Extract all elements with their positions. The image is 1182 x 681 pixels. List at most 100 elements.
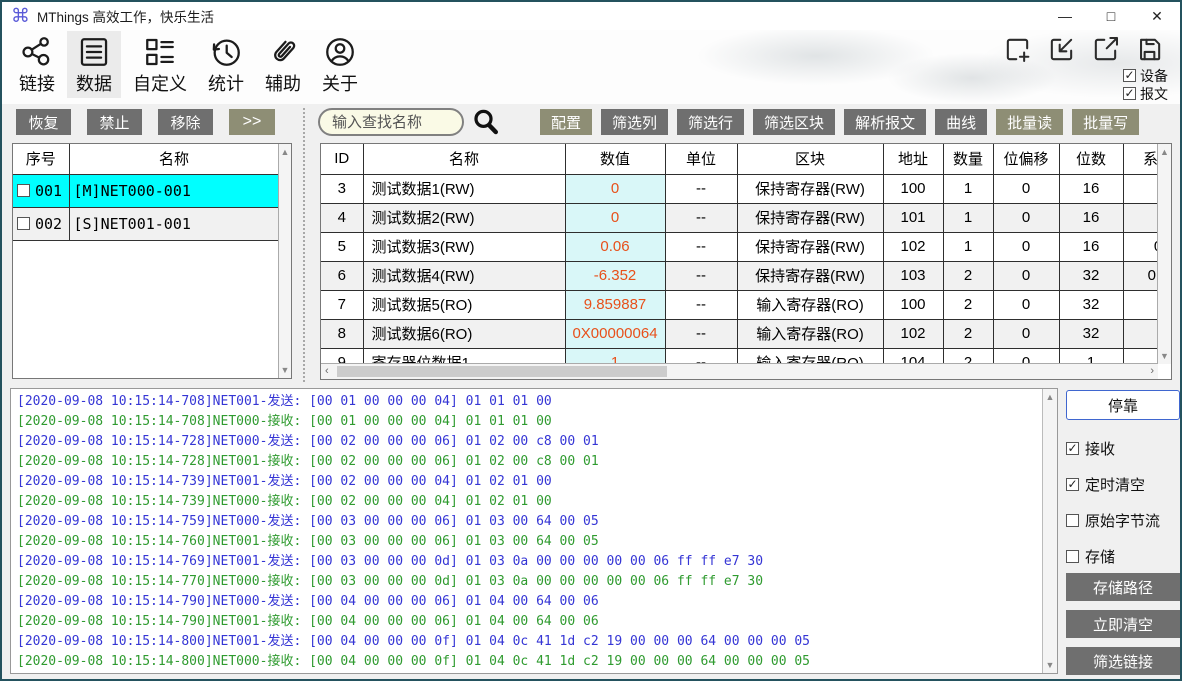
table-row[interactable]: 3测试数据1(RW)0--保持寄存器(RW)1001016 — [321, 174, 1158, 203]
log-box: [2020-09-08 10:15:14-708]NET001-发送: [00 … — [10, 388, 1058, 674]
cell-coef — [1123, 203, 1158, 232]
cell-value: 9.859887 — [565, 290, 665, 319]
filter-columns-button[interactable]: 筛选列 — [601, 109, 668, 135]
log-line: [2020-09-08 10:15:14-759]NET000-发送: [00 … — [17, 512, 1039, 532]
dock-button[interactable]: 停靠 — [1066, 390, 1180, 420]
magnifier-icon — [471, 107, 501, 137]
config-button[interactable]: 配置 — [540, 109, 592, 135]
device-list-scrollbar[interactable]: ▲ ▼ — [278, 144, 291, 378]
table-row[interactable]: 4测试数据2(RW)0--保持寄存器(RW)1011016 — [321, 203, 1158, 232]
table-row[interactable]: 8测试数据6(RO)0X00000064--输入寄存器(RO)1022032 — [321, 319, 1158, 348]
data-table-vscrollbar[interactable]: ▲ ▼ — [1157, 144, 1171, 364]
cell-addr: 104 — [883, 348, 943, 364]
scroll-up-icon[interactable]: ▲ — [1043, 392, 1057, 402]
close-button[interactable]: ✕ — [1134, 2, 1180, 30]
parse-message-button[interactable]: 解析报文 — [844, 109, 926, 135]
maximize-button[interactable]: □ — [1088, 2, 1134, 30]
device-list: 序号名称 001[M]NET000-001002[S]NET001-001 — [13, 144, 280, 241]
cell-block: 保持寄存器(RW) — [737, 261, 883, 290]
cell-id: 9 — [321, 348, 363, 364]
curve-button[interactable]: 曲线 — [935, 109, 987, 135]
batch-read-button[interactable]: 批量读 — [996, 109, 1063, 135]
cell-addr: 102 — [883, 319, 943, 348]
nav-assist[interactable]: 辅助 — [256, 31, 310, 98]
remove-button[interactable]: 移除 — [158, 109, 213, 135]
scroll-down-icon[interactable]: ▼ — [279, 365, 291, 375]
panel-splitter[interactable] — [303, 108, 305, 382]
save-icon[interactable] — [1135, 35, 1164, 64]
data-col-header: 单位 — [665, 144, 737, 174]
nav-data[interactable]: 数据 — [67, 31, 121, 98]
dock-in-icon[interactable] — [1047, 35, 1076, 64]
cell-coef — [1123, 319, 1158, 348]
data-col-header: 地址 — [883, 144, 943, 174]
table-row[interactable]: 6测试数据4(RW)-6.352--保持寄存器(RW)10320320.0 — [321, 261, 1158, 290]
expand-button[interactable]: >> — [229, 109, 275, 135]
cell-block: 保持寄存器(RW) — [737, 203, 883, 232]
cell-bit_offset: 0 — [993, 290, 1059, 319]
nav-data-label: 数据 — [76, 70, 112, 96]
nav-custom[interactable]: 自定义 — [124, 31, 196, 98]
device-row[interactable]: 002[S]NET001-001 — [13, 207, 279, 240]
filter-links-button[interactable]: 筛选链接 — [1066, 647, 1180, 675]
cell-coef — [1123, 290, 1158, 319]
device-col-header: 序号 — [13, 144, 69, 174]
cell-coef — [1123, 348, 1158, 364]
message-checkbox[interactable] — [1123, 87, 1136, 100]
cell-value: 0X00000064 — [565, 319, 665, 348]
receive-checkbox[interactable] — [1066, 442, 1079, 455]
table-row[interactable]: 5测试数据3(RW)0.06--保持寄存器(RW)10210160 — [321, 232, 1158, 261]
storage-path-button[interactable]: 存储路径 — [1066, 573, 1180, 601]
cell-block: 保持寄存器(RW) — [737, 174, 883, 203]
pop-out-icon[interactable] — [1091, 35, 1120, 64]
titlebar: ⌘ MThings 高效工作，快乐生活 — □ ✕ — [2, 2, 1180, 30]
device-row-checkbox[interactable] — [17, 184, 30, 197]
scroll-up-icon[interactable]: ▲ — [279, 147, 291, 157]
cell-bit_offset: 0 — [993, 174, 1059, 203]
clear-now-button[interactable]: 立即清空 — [1066, 610, 1180, 638]
nav-link-label: 链接 — [19, 70, 55, 96]
scroll-up-icon[interactable]: ▲ — [1158, 147, 1171, 157]
search-input[interactable] — [318, 108, 464, 136]
device-row-checkbox[interactable] — [17, 217, 30, 230]
log-line: [2020-09-08 10:15:14-800]NET001-发送: [00 … — [17, 632, 1039, 652]
cell-qty: 2 — [943, 261, 993, 290]
batch-write-button[interactable]: 批量写 — [1072, 109, 1139, 135]
log-scrollbar[interactable]: ▲ ▼ — [1042, 389, 1057, 673]
hscroll-thumb[interactable] — [337, 366, 667, 377]
scroll-left-icon[interactable]: ‹ — [325, 365, 329, 377]
disable-button[interactable]: 禁止 — [87, 109, 142, 135]
cell-id: 8 — [321, 319, 363, 348]
raw-bytes-checkbox[interactable] — [1066, 514, 1079, 527]
table-row-partial[interactable]: 9寄存器位数据11--输入寄存器(RO)104201 — [321, 348, 1158, 364]
cell-qty: 1 — [943, 203, 993, 232]
device-seq-cell: 002 — [13, 207, 69, 240]
device-checkbox[interactable] — [1123, 69, 1136, 82]
cell-coef — [1123, 174, 1158, 203]
data-col-header: 系数 — [1123, 144, 1158, 174]
storage-checkbox[interactable] — [1066, 550, 1079, 563]
filter-rows-button[interactable]: 筛选行 — [677, 109, 744, 135]
cell-name: 寄存器位数据1 — [363, 348, 565, 364]
scroll-down-icon[interactable]: ▼ — [1043, 660, 1057, 670]
nav-about[interactable]: 关于 — [313, 31, 367, 98]
timed-clear-checkbox[interactable] — [1066, 478, 1079, 491]
nav-link[interactable]: 链接 — [10, 31, 64, 98]
minimize-button[interactable]: — — [1042, 2, 1088, 30]
data-table-hscrollbar[interactable]: ‹ › — [321, 363, 1158, 379]
scroll-down-icon[interactable]: ▼ — [1158, 351, 1171, 361]
nav-stats[interactable]: 统计 — [199, 31, 253, 98]
restore-button[interactable]: 恢复 — [16, 109, 71, 135]
cell-value: 0 — [565, 174, 665, 203]
paperclip-icon — [266, 35, 300, 69]
cell-bit_offset: 0 — [993, 261, 1059, 290]
scroll-right-icon[interactable]: › — [1150, 365, 1154, 377]
device-row[interactable]: 001[M]NET000-001 — [13, 174, 279, 207]
cell-id: 5 — [321, 232, 363, 261]
new-window-icon[interactable] — [1003, 35, 1032, 64]
table-row[interactable]: 7测试数据5(RO)9.859887--输入寄存器(RO)1002032 — [321, 290, 1158, 319]
app-title: MThings 高效工作，快乐生活 — [37, 6, 214, 26]
filter-blocks-button[interactable]: 筛选区块 — [753, 109, 835, 135]
search-button[interactable] — [471, 107, 501, 137]
cell-id: 3 — [321, 174, 363, 203]
